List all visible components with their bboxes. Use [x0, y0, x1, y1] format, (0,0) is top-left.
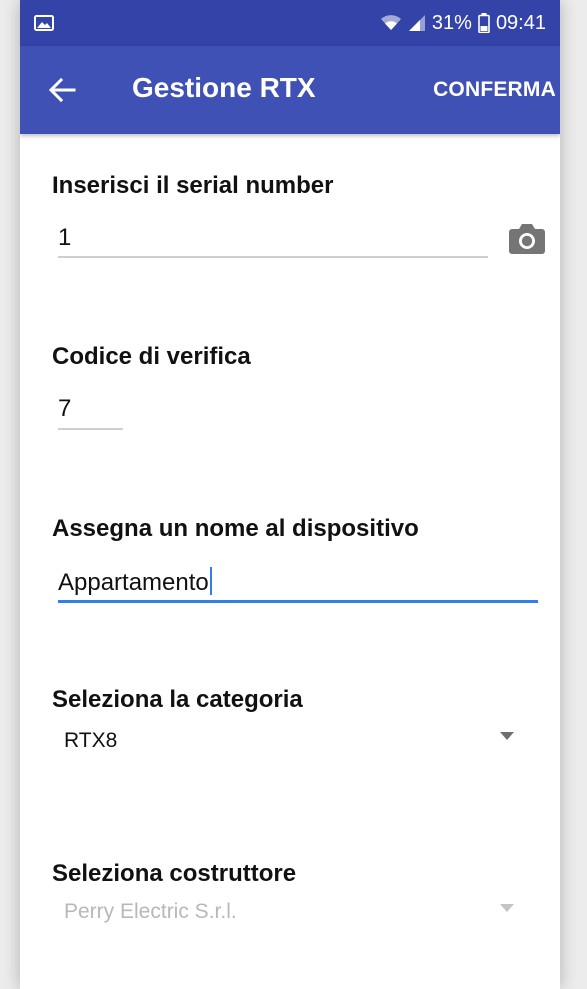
verification-underline — [58, 428, 123, 430]
category-label: Seleziona la categoria — [52, 686, 303, 713]
chevron-down-icon-disabled — [500, 904, 514, 912]
serial-underline — [58, 256, 488, 258]
device-name-label: Assegna un nome al dispositivo — [52, 515, 419, 542]
app-bar: Gestione RTX CONFERMA — [20, 46, 560, 134]
verification-label: Codice di verifica — [52, 343, 251, 370]
verification-input[interactable]: 7 — [58, 395, 71, 423]
battery-icon — [478, 13, 490, 33]
chevron-down-icon[interactable] — [499, 731, 515, 741]
phone-screen: 31% 09:41 Gestione RTX CONFERMA Inserisc… — [20, 0, 560, 989]
device-name-input[interactable]: Appartamento — [58, 567, 212, 597]
manufacturer-label: Seleziona costruttore — [52, 860, 297, 887]
device-name-underline — [58, 600, 538, 603]
status-right: 31% 09:41 — [380, 11, 546, 35]
signal-icon — [408, 15, 425, 31]
image-icon — [34, 15, 54, 31]
clock: 09:41 — [495, 11, 546, 34]
camera-icon[interactable] — [508, 221, 546, 255]
wifi-icon — [380, 15, 401, 30]
text-caret — [209, 567, 212, 595]
manufacturer-select: Perry Electric S.r.l. — [64, 900, 237, 923]
category-select[interactable]: RTX8 — [64, 729, 117, 753]
serial-input[interactable]: 1 — [58, 224, 71, 252]
page-title: Gestione RTX — [132, 72, 316, 103]
confirm-button[interactable]: CONFERMA — [433, 78, 556, 102]
status-bar: 31% 09:41 — [20, 0, 560, 46]
arrow-left-icon[interactable] — [48, 76, 76, 104]
device-name-text: Appartamento — [58, 569, 209, 596]
battery-percent: 31% — [431, 11, 472, 34]
serial-label: Inserisci il serial number — [52, 172, 334, 199]
